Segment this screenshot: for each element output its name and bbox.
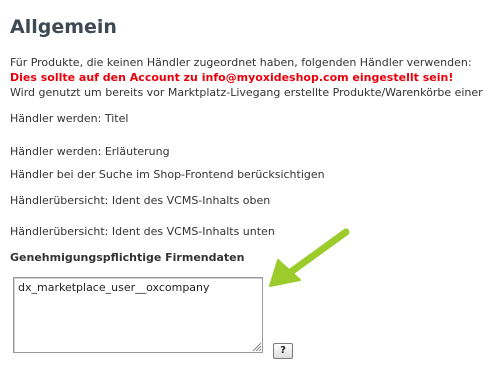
search-setting-label: Händler bei der Suche im Shop-Frontend b…: [10, 168, 325, 181]
company-data-textarea[interactable]: [13, 277, 263, 353]
vcms-top-setting-label: Händlerübersicht: Ident des VCMS-Inhalts…: [10, 194, 271, 207]
usage-note-text: Wird genutzt um bereits vor Marktplatz-L…: [10, 86, 483, 99]
green-pointer-arrow-icon: [269, 228, 350, 287]
help-button[interactable]: ?: [273, 343, 293, 359]
vcms-bottom-setting-label: Händlerübersicht: Ident des VCMS-Inhalts…: [10, 225, 275, 238]
resize-grip-icon[interactable]: [250, 340, 262, 352]
section-title: Allgemein: [10, 16, 117, 38]
explanation-setting-label: Händler werden: Erläuterung: [10, 145, 170, 158]
company-data-label: Genehmigungspflichtige Firmendaten: [10, 251, 245, 264]
intro-text: Für Produkte, die keinen Händler zugeord…: [10, 56, 472, 69]
title-setting-label: Händler werden: Titel: [10, 112, 129, 125]
warning-text: Dies sollte auf den Account zu info@myox…: [10, 71, 454, 84]
